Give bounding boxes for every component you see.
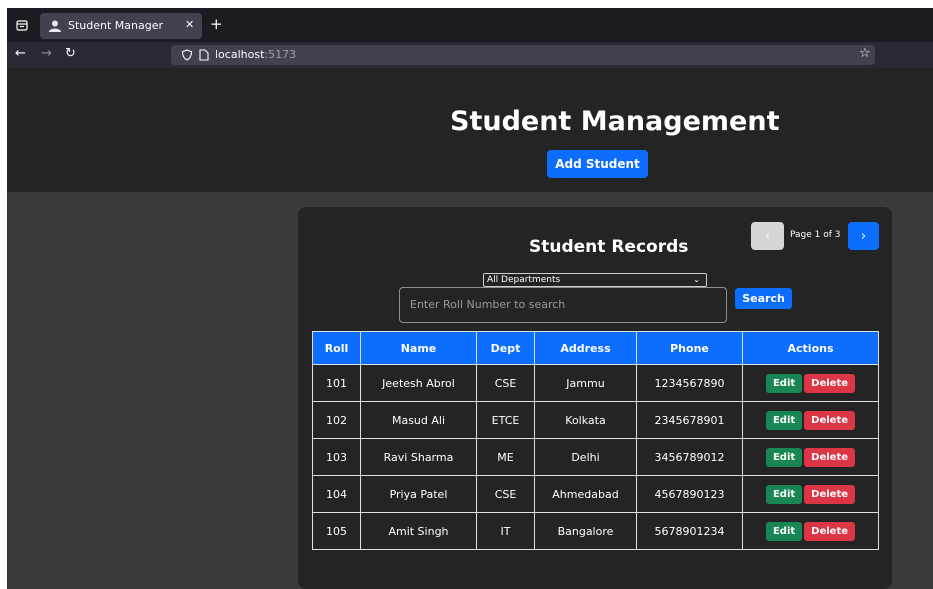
department-select-value: All Departments [487, 275, 561, 285]
table-header-row: Roll Name Dept Address Phone Actions [312, 331, 879, 365]
column-header: Phone [636, 331, 743, 365]
records-title: Student Records [529, 237, 689, 257]
records-table: Roll Name Dept Address Phone Actions 101… [312, 331, 879, 550]
cell-roll: 105 [312, 512, 361, 550]
column-header: Address [534, 331, 637, 365]
edit-button[interactable]: Edit [765, 521, 803, 541]
table-row: 103 Ravi Sharma ME Delhi 3456789012 Edit… [312, 438, 879, 476]
column-header: Name [360, 331, 477, 365]
chevron-down-icon: ⌄ [693, 275, 700, 284]
prev-page-button[interactable]: ‹ [751, 222, 784, 250]
table-row: 104 Priya Patel CSE Ahmedabad 4567890123… [312, 475, 879, 513]
cell-dept: ETCE [476, 401, 535, 439]
url-text: localhost:5173 [215, 48, 296, 61]
page-info: Page 1 of 3 [790, 230, 841, 240]
cell-name: Priya Patel [360, 475, 477, 513]
close-icon[interactable]: ✕ [185, 18, 194, 31]
cell-dept: CSE [476, 475, 535, 513]
records-card: ‹ Page 1 of 3 › Student Records All Depa… [298, 207, 892, 589]
cell-address: Delhi [534, 438, 637, 476]
tab-student-manager[interactable]: Student Manager ✕ [40, 13, 202, 39]
cell-name: Masud Ali [360, 401, 477, 439]
cell-phone: 4567890123 [636, 475, 743, 513]
table-row: 102 Masud Ali ETCE Kolkata 2345678901 Ed… [312, 401, 879, 439]
cell-roll: 104 [312, 475, 361, 513]
back-arrow-icon[interactable]: ← [15, 46, 26, 61]
edit-button[interactable]: Edit [765, 447, 803, 467]
edit-button[interactable]: Edit [765, 410, 803, 430]
nav-bar: ← → ↻ localhost:5173 ☆ [7, 42, 933, 68]
shield-icon[interactable] [181, 49, 193, 61]
browser-window: Student Manager ✕ + ← → ↻ localhost:5173… [7, 8, 933, 589]
cell-phone: 1234567890 [636, 364, 743, 402]
tab-title: Student Manager [68, 19, 164, 32]
tab-list-icon[interactable] [14, 17, 30, 33]
plus-icon[interactable]: + [210, 15, 223, 33]
cell-phone: 2345678901 [636, 401, 743, 439]
cell-actions: Edit Delete [742, 438, 879, 476]
cell-name: Amit Singh [360, 512, 477, 550]
edit-button[interactable]: Edit [765, 484, 803, 504]
add-student-button[interactable]: Add Student [547, 150, 648, 178]
delete-button[interactable]: Delete [804, 447, 856, 467]
edit-button[interactable]: Edit [765, 373, 803, 393]
url-bar[interactable]: localhost:5173 ☆ [171, 45, 875, 65]
table-row: 101 Jeetesh Abrol CSE Jammu 1234567890 E… [312, 364, 879, 402]
chevron-right-icon: › [860, 228, 867, 244]
url-port: :5173 [264, 48, 297, 61]
user-favicon-icon [49, 20, 61, 32]
table-row: 105 Amit Singh IT Bangalore 5678901234 E… [312, 512, 879, 550]
cell-actions: Edit Delete [742, 512, 879, 550]
search-input[interactable]: Enter Roll Number to search [399, 287, 727, 323]
url-host: localhost [215, 48, 265, 61]
page-title: Student Management [450, 106, 780, 137]
cell-dept: CSE [476, 364, 535, 402]
column-header: Roll [312, 331, 361, 365]
delete-button[interactable]: Delete [804, 373, 856, 393]
cell-name: Jeetesh Abrol [360, 364, 477, 402]
cell-address: Bangalore [534, 512, 637, 550]
star-icon[interactable]: ☆ [859, 46, 871, 61]
cell-phone: 3456789012 [636, 438, 743, 476]
cell-actions: Edit Delete [742, 364, 879, 402]
cell-roll: 101 [312, 364, 361, 402]
cell-address: Kolkata [534, 401, 637, 439]
cell-dept: IT [476, 512, 535, 550]
forward-arrow-icon[interactable]: → [41, 46, 52, 61]
delete-button[interactable]: Delete [804, 484, 856, 504]
column-header: Actions [742, 331, 879, 365]
tab-bar: Student Manager ✕ + [7, 8, 933, 42]
next-page-button[interactable]: › [848, 222, 879, 250]
cell-roll: 102 [312, 401, 361, 439]
column-header: Dept [476, 331, 535, 365]
page-icon [199, 49, 209, 61]
cell-dept: ME [476, 438, 535, 476]
cell-address: Ahmedabad [534, 475, 637, 513]
page-content: Student Management Add Student ‹ Page 1 … [7, 68, 933, 589]
cell-address: Jammu [534, 364, 637, 402]
cell-phone: 5678901234 [636, 512, 743, 550]
cell-roll: 103 [312, 438, 361, 476]
page-header: Student Management Add Student [7, 68, 933, 192]
cell-name: Ravi Sharma [360, 438, 477, 476]
cell-actions: Edit Delete [742, 475, 879, 513]
delete-button[interactable]: Delete [804, 521, 856, 541]
chevron-left-icon: ‹ [764, 228, 771, 244]
delete-button[interactable]: Delete [804, 410, 856, 430]
department-select[interactable]: All Departments ⌄ [483, 273, 707, 287]
reload-icon[interactable]: ↻ [65, 46, 76, 61]
search-button[interactable]: Search [735, 288, 792, 309]
cell-actions: Edit Delete [742, 401, 879, 439]
